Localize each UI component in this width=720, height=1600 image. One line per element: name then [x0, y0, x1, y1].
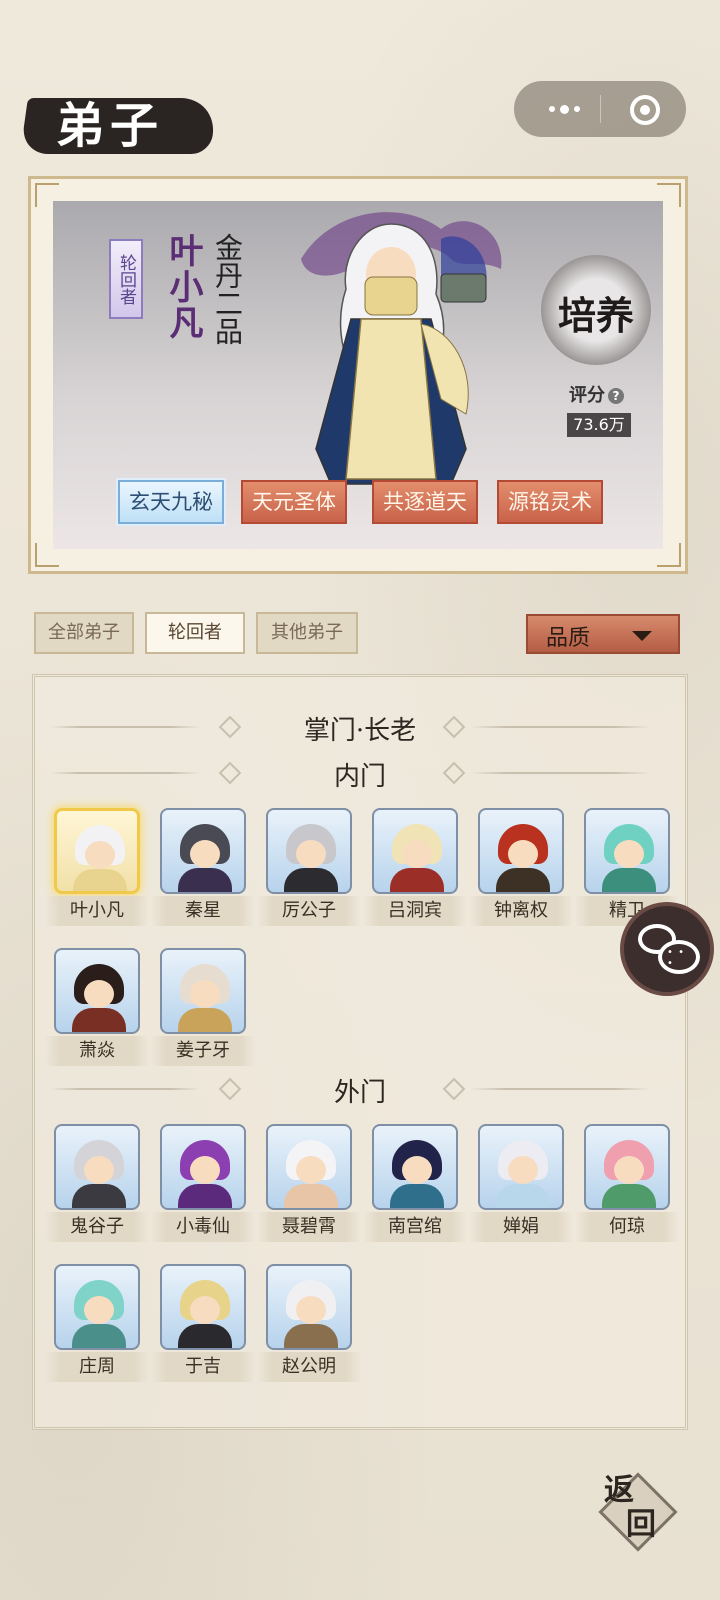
disciple-card[interactable]: 小毒仙: [151, 1124, 255, 1242]
disciple-name: 何琼: [575, 1212, 679, 1242]
disciple-card[interactable]: 叶小凡: [45, 808, 149, 926]
disciple-name: 叶小凡: [45, 896, 149, 926]
page-title: 弟子: [56, 98, 165, 154]
disciple-portrait: [584, 808, 670, 894]
disciple-portrait: [478, 1124, 564, 1210]
skill-button-3[interactable]: 共逐道天: [372, 480, 478, 524]
close-target-icon[interactable]: [630, 95, 660, 125]
disciple-card[interactable]: 吕洞宾: [363, 808, 467, 926]
disciple-name: 小毒仙: [151, 1212, 255, 1242]
disciple-card[interactable]: 于吉: [151, 1264, 255, 1382]
disciple-portrait: [584, 1124, 670, 1210]
disciple-portrait: [54, 1264, 140, 1350]
back-label: 返回: [604, 1473, 656, 1542]
section-title: 内门: [333, 762, 386, 792]
disciple-card[interactable]: 钟离权: [469, 808, 573, 926]
disciple-name: 聂碧霄: [257, 1212, 361, 1242]
disciple-name: 南宫绾: [363, 1212, 467, 1242]
disciple-name: 吕洞宾: [363, 896, 467, 926]
train-button[interactable]: 培养: [541, 255, 651, 365]
disciple-name: 姜子牙: [151, 1036, 255, 1066]
rank-tag: 轮回者: [109, 239, 143, 319]
chevron-down-icon: [632, 631, 652, 641]
disciple-portrait: [372, 1124, 458, 1210]
disciple-name: 鬼谷子: [45, 1212, 149, 1242]
train-label: 培养: [557, 293, 634, 338]
disciple-card[interactable]: 何琼: [575, 1124, 679, 1242]
score-value: 73.6万: [567, 413, 631, 437]
disciple-card[interactable]: 萧焱: [45, 948, 149, 1066]
score-label-text: 评分: [569, 385, 605, 406]
disciple-portrait: [160, 808, 246, 894]
capsule-divider: [600, 95, 601, 123]
disciple-name: 厉公子: [257, 896, 361, 926]
section-header-outer: 外门: [50, 1072, 670, 1108]
disciple-portrait: [372, 808, 458, 894]
disciple-name: 庄周: [45, 1352, 149, 1382]
score-label: 评分?: [569, 381, 624, 407]
disciple-portrait: [160, 1124, 246, 1210]
disciple-portrait: [54, 808, 140, 894]
disciple-portrait: [54, 948, 140, 1034]
disciple-portrait: [266, 1124, 352, 1210]
section-title: 掌门·长老: [303, 716, 417, 746]
disciple-name: 萧焱: [45, 1036, 149, 1066]
disciple-card[interactable]: 南宫绾: [363, 1124, 467, 1242]
disciple-portrait: [160, 948, 246, 1034]
disciple-portrait: [266, 1264, 352, 1350]
tab-reincarnators[interactable]: 轮回者: [145, 612, 245, 654]
disciple-portrait: [54, 1124, 140, 1210]
skill-button-2[interactable]: 天元圣体: [241, 480, 347, 524]
back-button[interactable]: 返回: [592, 1466, 682, 1556]
disciple-name: 秦星: [151, 896, 255, 926]
section-title: 外门: [333, 1078, 386, 1108]
disciple-portrait: [266, 808, 352, 894]
disciple-name: 于吉: [151, 1352, 255, 1382]
quality-dropdown[interactable]: 品质: [526, 614, 680, 654]
disciple-card[interactable]: 厉公子: [257, 808, 361, 926]
section-header-inner: 内门: [50, 756, 670, 792]
disciple-card[interactable]: 庄周: [45, 1264, 149, 1382]
disciple-card[interactable]: 姜子牙: [151, 948, 255, 1066]
disciple-name: 赵公明: [257, 1352, 361, 1382]
section-header-leaders: 掌门·长老: [50, 710, 670, 746]
disciple-card[interactable]: 赵公明: [257, 1264, 361, 1382]
hero-realm: 金丹二品: [211, 233, 244, 345]
hero-character-art: [301, 212, 502, 485]
more-menu-icon[interactable]: [536, 97, 592, 121]
skill-button-1[interactable]: 玄天九秘: [116, 478, 226, 526]
disciple-name: 钟离权: [469, 896, 573, 926]
chat-bubble-icon[interactable]: [620, 902, 714, 996]
disciple-card[interactable]: 聂碧霄: [257, 1124, 361, 1242]
help-icon[interactable]: ?: [608, 388, 624, 404]
tab-all-disciples[interactable]: 全部弟子: [34, 612, 134, 654]
disciple-name: 婵娟: [469, 1212, 573, 1242]
disciple-card[interactable]: 鬼谷子: [45, 1124, 149, 1242]
quality-label: 品质: [546, 626, 591, 651]
hero-name: 叶小凡: [163, 233, 203, 341]
disciple-card[interactable]: 婵娟: [469, 1124, 573, 1242]
disciple-portrait: [478, 808, 564, 894]
disciple-card[interactable]: 秦星: [151, 808, 255, 926]
mini-program-capsule: [514, 81, 686, 137]
tab-other-disciples[interactable]: 其他弟子: [256, 612, 358, 654]
skill-button-4[interactable]: 源铭灵术: [497, 480, 603, 524]
disciple-portrait: [160, 1264, 246, 1350]
